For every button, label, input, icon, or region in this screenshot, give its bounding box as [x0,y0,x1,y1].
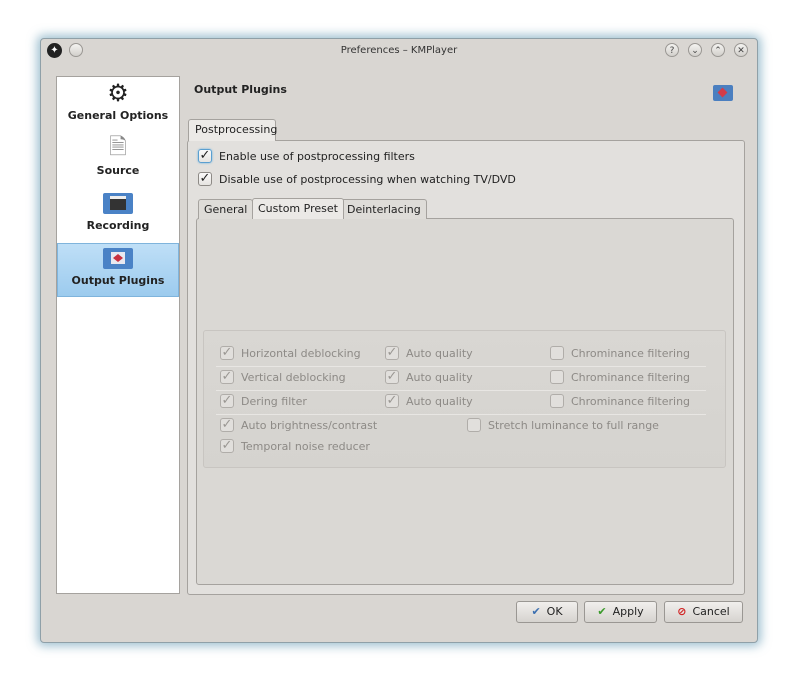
tab-postprocessing[interactable]: Postprocessing [188,119,277,141]
title-bar[interactable]: ✦ Preferences – KMPlayer ? ⌄ ⌃ ✕ [41,39,757,63]
video-folder-icon [58,244,178,272]
cancel-label: Cancel [692,605,730,618]
document-icon: 🗎 [109,135,127,160]
cancel-icon: ⊘ [677,605,687,618]
apply-label: Apply [612,605,644,618]
temporal-noise-checkbox[interactable]: ✓ [220,439,234,453]
vertical-auto-quality-label: Auto quality [406,371,473,384]
minimize-button[interactable]: ⌄ [688,43,702,57]
enable-postprocessing-label: Enable use of postprocessing filters [219,150,415,163]
apply-icon: ✔ [597,605,607,618]
dering-filter-checkbox[interactable]: ✓ [220,394,234,408]
apply-button[interactable]: ✔ Apply [584,601,657,623]
sidebar-item-general-options[interactable]: ⚙ General Options [57,79,179,133]
help-button[interactable]: ? [665,43,679,57]
dering-filter-label: Dering filter [241,395,307,408]
close-button[interactable]: ✕ [734,43,748,57]
horizontal-chrominance-label: Chrominance filtering [571,347,691,360]
sidebar-item-label: Recording [86,219,150,232]
dering-chrominance-label: Chrominance filtering [571,395,691,408]
horizontal-auto-quality-checkbox[interactable]: ✓ [385,346,399,360]
horizontal-deblocking-checkbox[interactable]: ✓ [220,346,234,360]
divider [216,366,706,367]
ok-label: OK [546,605,563,618]
page-title: Output Plugins [194,83,287,96]
vertical-auto-quality-checkbox[interactable]: ✓ [385,370,399,384]
vertical-deblocking-checkbox[interactable]: ✓ [220,370,234,384]
window-title: Preferences – KMPlayer [340,45,458,56]
sidebar-item-label: Source [96,164,140,177]
disable-tv-dvd-label: Disable use of postprocessing when watch… [219,173,516,186]
vertical-deblocking-label: Vertical deblocking [241,371,346,384]
vertical-chrominance-checkbox[interactable] [550,370,564,384]
horizontal-deblocking-label: Horizontal deblocking [241,347,361,360]
auto-brightness-checkbox[interactable]: ✓ [220,418,234,432]
temporal-noise-label: Temporal noise reducer [241,440,370,453]
sidebar-item-source[interactable]: 🗎 Source [57,134,179,188]
sidebar: ⚙ General Options 🗎 Source Recording Out… [56,76,180,594]
cancel-button[interactable]: ⊘ Cancel [664,601,743,623]
auto-brightness-label: Auto brightness/contrast [241,419,378,432]
clapperboard-folder-icon [57,189,179,217]
disable-tv-dvd-checkbox[interactable]: ✓ [198,172,212,186]
sidebar-item-label: Output Plugins [71,274,165,287]
sidebar-item-label: General Options [67,109,169,122]
film-reel-icon: ⚙ [107,79,129,107]
tab-general[interactable]: General [198,199,254,219]
sidebar-item-recording[interactable]: Recording [57,189,179,243]
stretch-luminance-checkbox[interactable] [467,418,481,432]
ok-icon: ✔ [531,605,541,618]
horizontal-chrominance-checkbox[interactable] [550,346,564,360]
dering-auto-quality-checkbox[interactable]: ✓ [385,394,399,408]
divider [216,390,706,391]
divider [216,414,706,415]
dering-chrominance-checkbox[interactable] [550,394,564,408]
preferences-window: ✦ Preferences – KMPlayer ? ⌄ ⌃ ✕ ⚙ Gener… [40,38,758,643]
video-folder-icon [713,85,733,101]
horizontal-auto-quality-label: Auto quality [406,347,473,360]
dering-auto-quality-label: Auto quality [406,395,473,408]
vertical-chrominance-label: Chrominance filtering [571,371,691,384]
sidebar-item-output-plugins[interactable]: Output Plugins [57,243,179,297]
ok-button[interactable]: ✔ OK [516,601,578,623]
maximize-button[interactable]: ⌃ [711,43,725,57]
tab-custom-preset[interactable]: Custom Preset [252,198,344,219]
enable-postprocessing-checkbox[interactable]: ✓ [198,149,212,163]
stretch-luminance-label: Stretch luminance to full range [488,419,659,432]
tab-deinterlacing[interactable]: Deinterlacing [341,199,427,219]
